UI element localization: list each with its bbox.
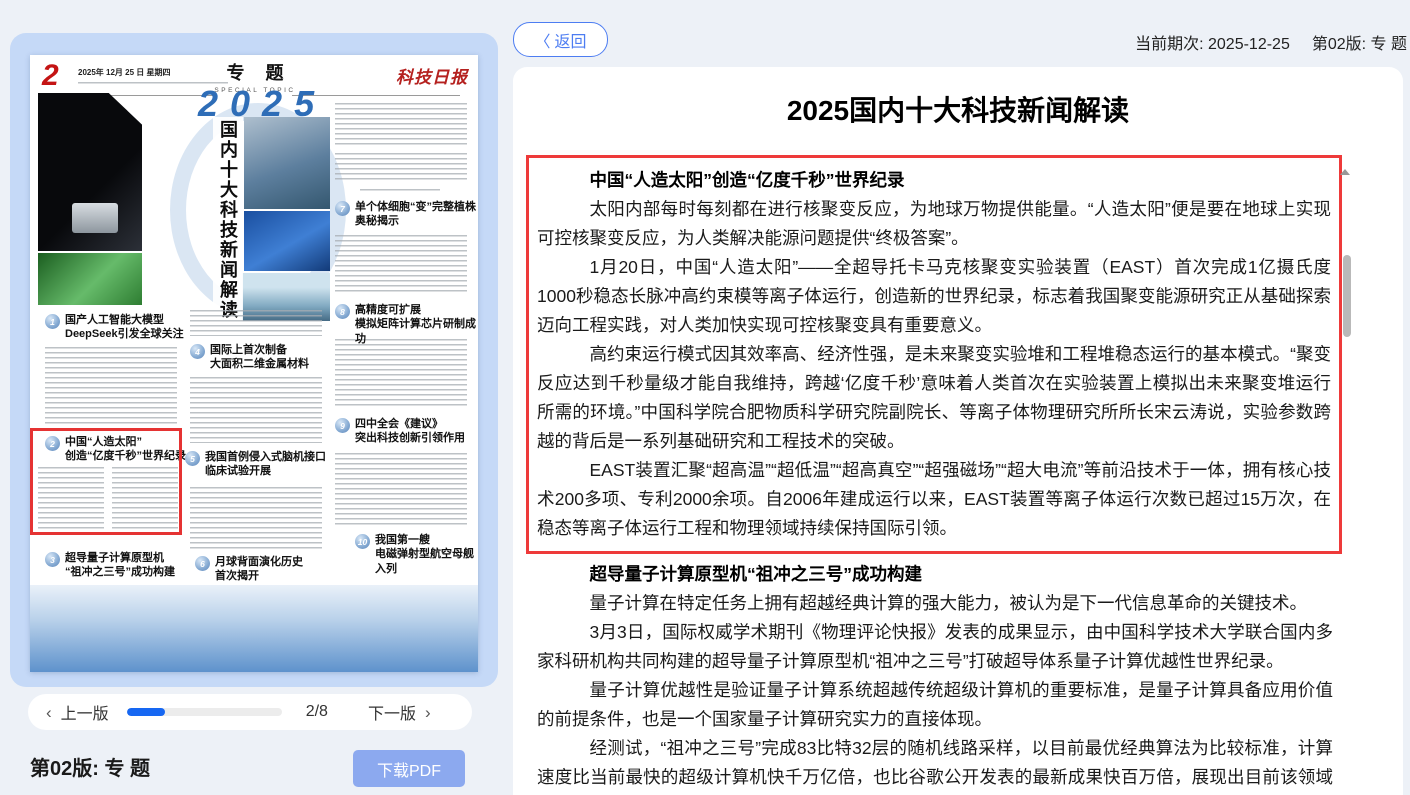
headline-number-badge: 6 (195, 556, 210, 571)
text-filler (190, 377, 322, 443)
headline-number-badge: 3 (45, 552, 60, 567)
text-filler (335, 339, 467, 409)
download-pdf-button[interactable]: 下载PDF (353, 750, 465, 787)
paragraph: 量子计算优越性是验证量子计算系统超越传统超级计算机的重要标准，是量子计算具备应用… (537, 676, 1333, 734)
section2-heading: 超导量子计算原型机“祖冲之三号”成功构建 (537, 560, 1333, 589)
headline-3[interactable]: 3 超导量子计算原型机“祖冲之三号”成功构建 (45, 551, 175, 580)
headline-line: 我国第一艘 (375, 533, 478, 547)
headline-number-badge: 7 (335, 201, 350, 216)
plant-photo (38, 253, 142, 305)
headline-line: 临床试验开展 (205, 464, 326, 478)
headline-line: 大面积二维金属材料 (210, 357, 309, 371)
headline-4[interactable]: 4 国际上首次制备大面积二维金属材料 (190, 343, 309, 372)
current-edition-label: 第02版: 专 题 (1312, 30, 1407, 54)
section1-heading: 中国“人造太阳”创造“亿度千秒”世界纪录 (537, 166, 1331, 195)
headline-line: “祖冲之三号”成功构建 (65, 565, 175, 579)
paper-page-number: 2 (42, 61, 59, 91)
text-filler (45, 347, 177, 425)
page-position-label: 2/8 (306, 703, 328, 721)
paragraph: 3月3日，国际权威学术期刊《物理评论快报》发表的成果显示，由中国科学技术大学联合… (537, 618, 1333, 676)
selected-article-highlight-box[interactable] (30, 428, 182, 535)
headline-9[interactable]: 9 四中全会《建议》突出科技创新引领作用 (335, 417, 465, 446)
paragraph: 1月20日，中国“人造太阳”——全超导托卡马克核聚变实验装置（EAST）首次完成… (537, 253, 1331, 340)
page-pager: ‹ 上一版 2/8 下一版 › (28, 694, 472, 730)
prev-page-chevron-icon[interactable]: ‹ (46, 704, 52, 721)
headline-line: 模拟矩阵计算芯片研制成功 (355, 317, 478, 346)
paper-section-title: 专 题 (214, 59, 296, 85)
machinery-photo (244, 117, 330, 209)
page-progress-bar[interactable] (127, 708, 282, 716)
headline-number-badge: 5 (185, 451, 200, 466)
headline-number-badge: 8 (335, 304, 350, 319)
page-progress-fill (127, 708, 165, 716)
headline-number-badge: 10 (355, 534, 370, 549)
next-page-chevron-icon[interactable]: › (425, 704, 431, 721)
scrollbar-up-arrow-icon[interactable] (1340, 169, 1350, 175)
headline-7[interactable]: 7 单个体细胞“变”完整植株奥秘揭示 (335, 200, 476, 229)
headline-number-badge: 9 (335, 418, 350, 433)
headline-line: 国产人工智能大模型 (65, 313, 184, 327)
headline-line: 单个体细胞“变”完整植株 (355, 200, 476, 214)
headline-line: 高精度可扩展 (355, 303, 478, 317)
headline-line: 四中全会《建议》 (355, 417, 465, 431)
graphic-vertical-title: 国内十大科技新闻解读 (213, 117, 243, 323)
headline-line: 突出科技创新引领作用 (355, 431, 465, 445)
headline-line: 奥秘揭示 (355, 214, 476, 228)
paper-bottom-graphic (30, 585, 478, 672)
byline-filler (360, 189, 440, 194)
text-filler (190, 487, 322, 549)
text-filler (190, 310, 322, 336)
back-chevron-icon: 〈 (534, 28, 550, 52)
headline-line: 我国首例侵入式脑机接口 (205, 450, 326, 464)
headline-number-badge: 1 (45, 314, 60, 329)
paragraph: EAST装置汇聚“超高温”“超低温”“超高真空”“超强磁场”“超大电流”等前沿技… (537, 456, 1331, 543)
prev-page-button[interactable]: 上一版 (61, 700, 109, 724)
headline-1[interactable]: 1 国产人工智能大模型DeepSeek引发全球关注 (45, 313, 184, 342)
headline-6[interactable]: 6 月球背面演化历史首次揭开 (195, 555, 303, 584)
back-button-label: 返回 (555, 28, 587, 52)
next-page-button[interactable]: 下一版 (368, 700, 416, 724)
headline-10[interactable]: 10 我国第一艘电磁弹射型航空母舰入列 (355, 533, 478, 576)
article-body: 中国“人造太阳”创造“亿度千秒”世界纪录 太阳内部每时每刻都在进行核聚变反应，为… (537, 155, 1333, 795)
headline-number-badge: 4 (190, 344, 205, 359)
headline-line: 电磁弹射型航空母舰入列 (375, 547, 478, 576)
headline-8[interactable]: 8 高精度可扩展模拟矩阵计算芯片研制成功 (335, 303, 478, 346)
back-button[interactable]: 〈 返回 (513, 22, 608, 57)
text-filler (335, 235, 467, 295)
headline-line: 超导量子计算原型机 (65, 551, 175, 565)
issue-info: 当前期次: 2025-12-25 第02版: 专 题 (1135, 30, 1407, 54)
article-title: 2025国内十大科技新闻解读 (513, 89, 1403, 129)
paragraph: 经测试，“祖冲之三号”完成83比特32层的随机线路采样，以目前最优经典算法为比较… (537, 734, 1333, 795)
paragraph: 太阳内部每时每刻都在进行核聚变反应，为地球万物提供能量。“人造太阳”便是要在地球… (537, 195, 1331, 253)
paragraph: 量子计算在特定任务上拥有超越经典计算的强大能力，被认为是下一代信息革命的关键技术… (537, 589, 1333, 618)
headline-line: 国际上首次制备 (210, 343, 309, 357)
article-card: 2025国内十大科技新闻解读 中国“人造太阳”创造“亿度千秒”世界纪录 太阳内部… (513, 67, 1403, 795)
newspaper-panel: 2 2025年 12月 25 日 星期四 专 题 SPECIAL TOPIC 科… (10, 33, 498, 687)
highlighted-section-box: 中国“人造太阳”创造“亿度千秒”世界纪录 太阳内部每时每刻都在进行核聚变反应，为… (526, 155, 1342, 554)
text-filler (335, 103, 467, 147)
chip-photo (244, 211, 330, 271)
headline-line: 月球背面演化历史 (215, 555, 303, 569)
page: 2 2025年 12月 25 日 星期四 专 题 SPECIAL TOPIC 科… (0, 0, 1410, 795)
headline-line: DeepSeek引发全球关注 (65, 327, 184, 341)
scrollbar-thumb[interactable] (1343, 255, 1351, 337)
paper-date: 2025年 12月 25 日 星期四 (78, 67, 170, 78)
current-issue-label: 当前期次: 2025-12-25 (1135, 30, 1290, 54)
edition-title: 第02版: 专 题 (30, 752, 150, 781)
headline-line: 首次揭开 (215, 569, 303, 583)
paragraph: 高约束运行模式因其效率高、经济性强，是未来聚变实验堆和工程堆稳态运行的基本模式。… (537, 340, 1331, 456)
newspaper-page-preview[interactable]: 2 2025年 12月 25 日 星期四 专 题 SPECIAL TOPIC 科… (30, 55, 478, 672)
lunar-lander-photo (72, 203, 118, 233)
text-filler (335, 453, 467, 525)
headline-5[interactable]: 5 我国首例侵入式脑机接口临床试验开展 (185, 450, 326, 479)
paper-masthead-logo: 科技日报 (396, 63, 468, 88)
text-filler (335, 153, 467, 183)
space-photo (38, 93, 142, 251)
